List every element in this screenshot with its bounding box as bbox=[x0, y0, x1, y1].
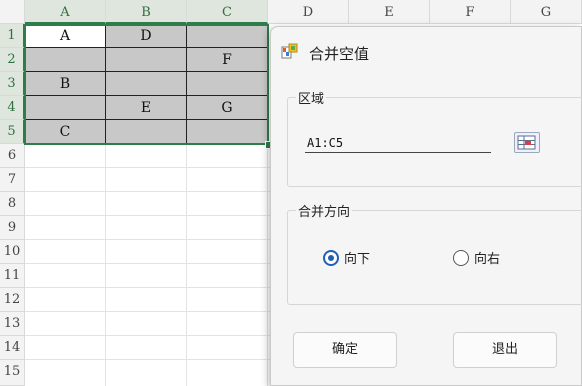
cell-a5[interactable]: C bbox=[25, 120, 106, 144]
direction-label: 合并方向 bbox=[296, 201, 353, 220]
row-header-1[interactable]: 1 bbox=[0, 24, 25, 48]
cell-c1[interactable] bbox=[187, 24, 268, 48]
column-header-e[interactable]: E bbox=[349, 0, 430, 24]
row-header-11[interactable]: 11 bbox=[0, 264, 25, 288]
range-select-icon bbox=[515, 135, 539, 156]
ok-button[interactable]: 确定 bbox=[293, 332, 397, 368]
row-header-6[interactable]: 6 bbox=[0, 144, 25, 168]
column-header-g[interactable]: G bbox=[511, 0, 582, 24]
row-header-15[interactable]: 15 bbox=[0, 360, 25, 386]
row-header-14[interactable]: 14 bbox=[0, 336, 25, 360]
column-header-a[interactable]: A bbox=[25, 0, 106, 24]
cell-b2[interactable] bbox=[106, 48, 187, 72]
row-header-13[interactable]: 13 bbox=[0, 312, 25, 336]
radio-down[interactable] bbox=[323, 250, 339, 266]
radio-right[interactable] bbox=[453, 250, 469, 266]
column-header-c[interactable]: C bbox=[187, 0, 268, 24]
row-header-3[interactable]: 3 bbox=[0, 72, 25, 96]
select-all-corner[interactable] bbox=[0, 0, 25, 24]
cell-a2[interactable] bbox=[25, 48, 106, 72]
merge-empty-dialog: 合并空值 区域 合并方向 向下 向右 确定 退出 bbox=[270, 26, 582, 386]
row-header-9[interactable]: 9 bbox=[0, 216, 25, 240]
row-header-7[interactable]: 7 bbox=[0, 168, 25, 192]
row-header-5[interactable]: 5 bbox=[0, 120, 25, 144]
row-header-8[interactable]: 8 bbox=[0, 192, 25, 216]
cell-b3[interactable] bbox=[106, 72, 187, 96]
cell-a4[interactable] bbox=[25, 96, 106, 120]
region-label: 区域 bbox=[296, 88, 327, 107]
cell-c2[interactable]: F bbox=[187, 48, 268, 72]
row-header-4[interactable]: 4 bbox=[0, 96, 25, 120]
range-select-button[interactable] bbox=[514, 132, 540, 153]
column-header-b[interactable]: B bbox=[106, 0, 187, 24]
column-header-d[interactable]: D bbox=[268, 0, 349, 24]
cell-c5[interactable] bbox=[187, 120, 268, 144]
exit-button[interactable]: 退出 bbox=[453, 332, 557, 368]
cell-a3[interactable]: B bbox=[25, 72, 106, 96]
radio-down-label[interactable]: 向下 bbox=[344, 248, 370, 267]
cell-c3[interactable] bbox=[187, 72, 268, 96]
merge-table-icon bbox=[281, 43, 299, 61]
cell-b4[interactable]: E bbox=[106, 96, 187, 120]
dialog-title: 合并空值 bbox=[309, 45, 370, 63]
cell-b5[interactable] bbox=[106, 120, 187, 144]
column-header-f[interactable]: F bbox=[430, 0, 511, 24]
row-header-10[interactable]: 10 bbox=[0, 240, 25, 264]
cell-b1[interactable]: D bbox=[106, 24, 187, 48]
cell-c4[interactable]: G bbox=[187, 96, 268, 120]
radio-right-label[interactable]: 向右 bbox=[474, 248, 500, 267]
row-header-12[interactable]: 12 bbox=[0, 288, 25, 312]
row-header-2[interactable]: 2 bbox=[0, 48, 25, 72]
cell-a1[interactable]: A bbox=[25, 24, 106, 48]
range-input[interactable] bbox=[305, 133, 491, 153]
